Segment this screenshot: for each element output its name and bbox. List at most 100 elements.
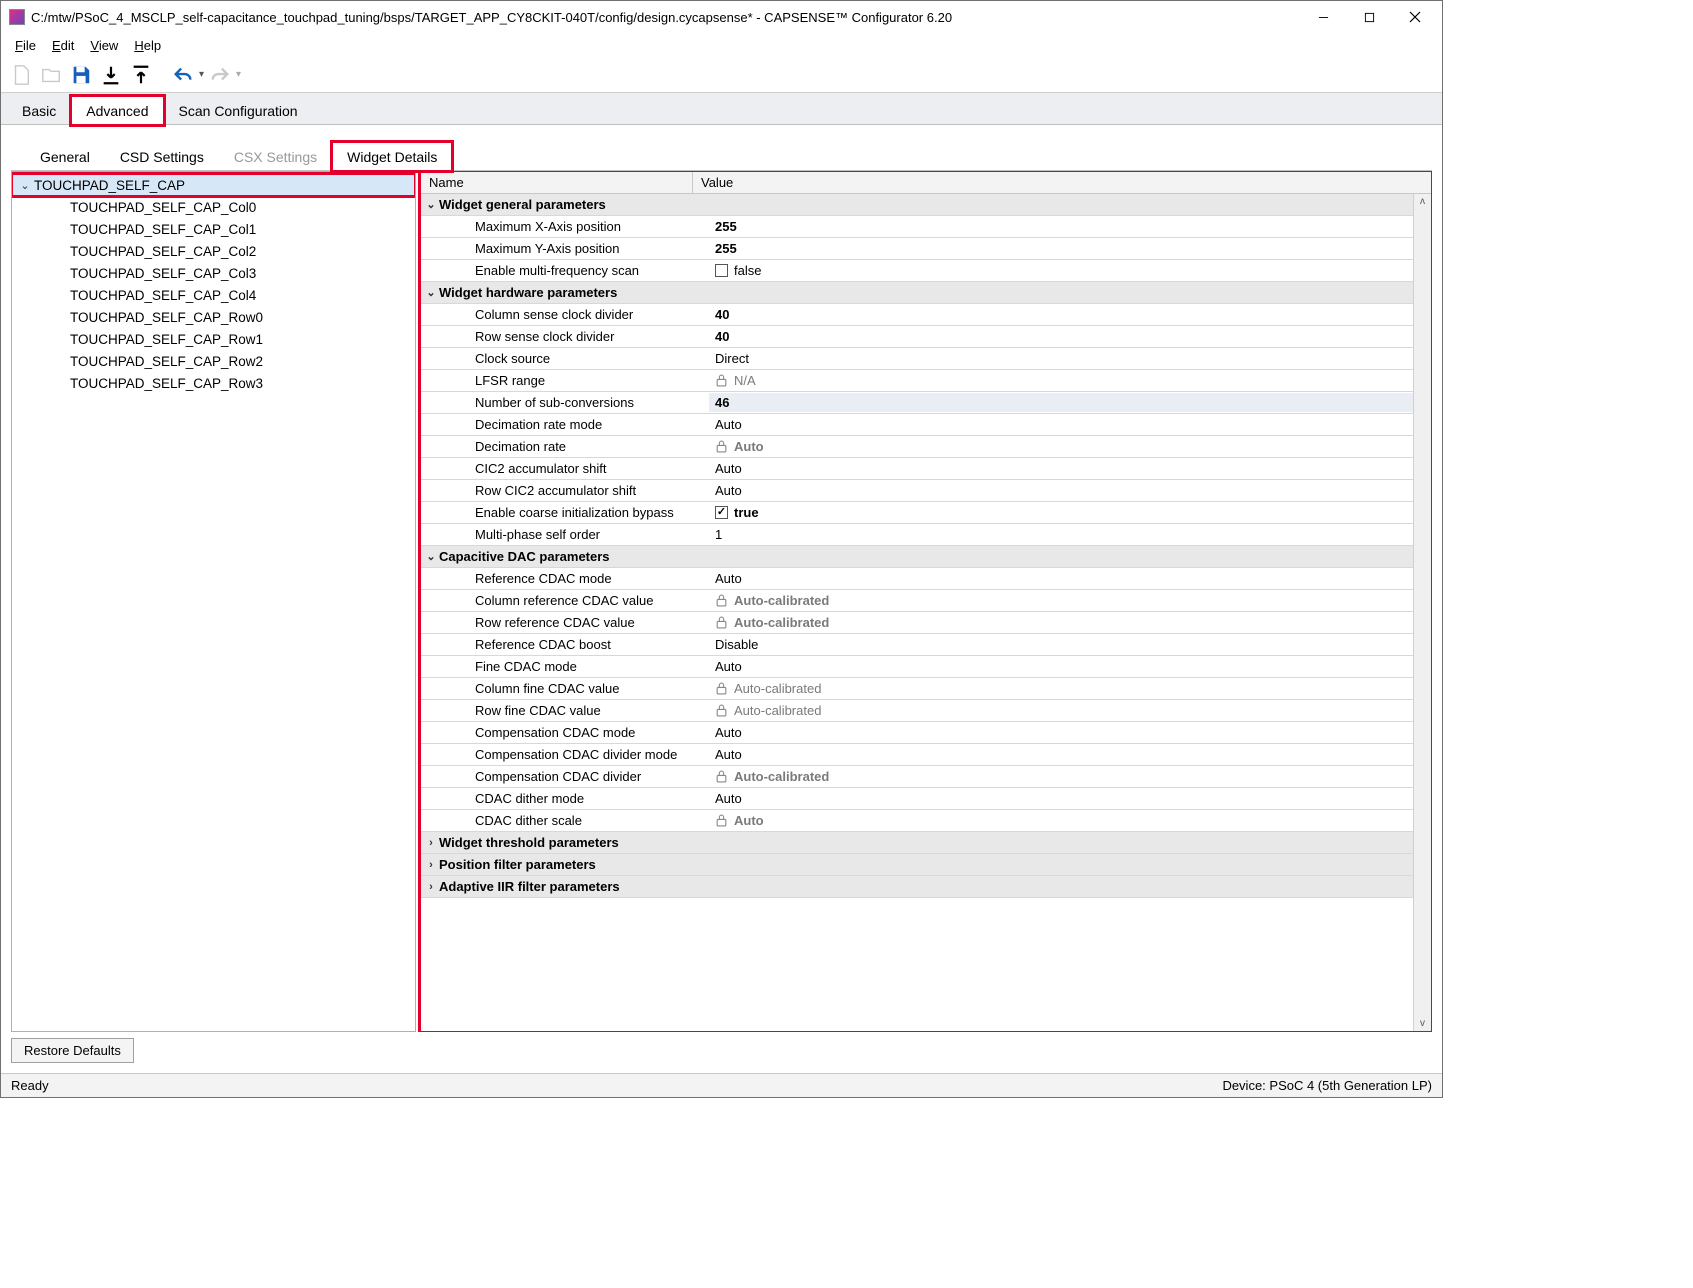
lock-icon (715, 594, 728, 607)
lock-icon (715, 374, 728, 387)
minimize-button[interactable] (1300, 2, 1346, 32)
prop-coarse-init[interactable]: Enable coarse initialization bypasstrue (421, 502, 1413, 524)
main-tabs: Basic Advanced Scan Configuration (1, 93, 1442, 125)
tree-item[interactable]: TOUCHPAD_SELF_CAP_Col2 (12, 240, 415, 262)
checkbox-icon[interactable] (715, 506, 728, 519)
prop-row-clk[interactable]: Row sense clock divider40 (421, 326, 1413, 348)
restore-defaults-button[interactable]: Restore Defaults (11, 1038, 134, 1063)
section-iir[interactable]: ›Adaptive IIR filter parameters (421, 876, 1413, 898)
prop-ref-boost[interactable]: Reference CDAC boostDisable (421, 634, 1413, 656)
status-device: Device: PSoC 4 (5th Generation LP) (1222, 1078, 1432, 1093)
lock-icon (715, 682, 728, 695)
prop-fine-mode[interactable]: Fine CDAC modeAuto (421, 656, 1413, 678)
maximize-button[interactable] (1346, 2, 1392, 32)
undo-icon[interactable] (169, 61, 197, 89)
redo-icon[interactable] (206, 61, 234, 89)
tree-item[interactable]: TOUCHPAD_SELF_CAP_Col4 (12, 284, 415, 306)
section-threshold[interactable]: ›Widget threshold parameters (421, 832, 1413, 854)
app-icon (9, 9, 25, 25)
grid-body[interactable]: ⌄Widget general parameters Maximum X-Axi… (421, 194, 1413, 1031)
prop-dither-scale[interactable]: CDAC dither scaleAuto (421, 810, 1413, 832)
prop-col-clk[interactable]: Column sense clock divider40 (421, 304, 1413, 326)
prop-row-ref[interactable]: Row reference CDAC valueAuto-calibrated (421, 612, 1413, 634)
prop-mpso[interactable]: Multi-phase self order1 (421, 524, 1413, 546)
prop-col-fine[interactable]: Column fine CDAC valueAuto-calibrated (421, 678, 1413, 700)
tab-scan-configuration[interactable]: Scan Configuration (164, 96, 313, 125)
tree-item[interactable]: TOUCHPAD_SELF_CAP_Col0 (12, 196, 415, 218)
subtab-widget-details[interactable]: Widget Details (332, 142, 452, 171)
scroll-up-icon[interactable]: ʌ (1420, 196, 1425, 207)
tree-item[interactable]: TOUCHPAD_SELF_CAP_Row3 (12, 372, 415, 394)
tree-item[interactable]: TOUCHPAD_SELF_CAP_Row1 (12, 328, 415, 350)
tree-item[interactable]: TOUCHPAD_SELF_CAP_Row0 (12, 306, 415, 328)
prop-lfsr[interactable]: LFSR rangeN/A (421, 370, 1413, 392)
chevron-down-icon[interactable]: ⌄ (18, 179, 32, 192)
menubar: File Edit View Help (1, 33, 1442, 57)
property-grid: Name Value ⌄Widget general parameters Ma… (420, 171, 1432, 1032)
chevron-down-icon[interactable]: ⌄ (421, 550, 437, 563)
tab-basic[interactable]: Basic (7, 96, 71, 125)
subtab-general[interactable]: General (25, 142, 105, 171)
subtab-csd-settings[interactable]: CSD Settings (105, 142, 219, 171)
tree-item[interactable]: TOUCHPAD_SELF_CAP_Col1 (12, 218, 415, 240)
prop-row-cic2[interactable]: Row CIC2 accumulator shiftAuto (421, 480, 1413, 502)
tree-root-item[interactable]: ⌄ TOUCHPAD_SELF_CAP (12, 174, 415, 196)
menu-edit[interactable]: Edit (44, 36, 82, 55)
scroll-down-icon[interactable]: v (1420, 1018, 1425, 1029)
section-cdac[interactable]: ⌄Capacitive DAC parameters (421, 546, 1413, 568)
open-file-icon[interactable] (37, 61, 65, 89)
lock-icon (715, 704, 728, 717)
prop-clk-src[interactable]: Clock sourceDirect (421, 348, 1413, 370)
body-area: General CSD Settings CSX Settings Widget… (1, 125, 1442, 1073)
widget-tree[interactable]: ⌄ TOUCHPAD_SELF_CAP TOUCHPAD_SELF_CAP_Co… (11, 171, 416, 1032)
prop-cic2[interactable]: CIC2 accumulator shiftAuto (421, 458, 1413, 480)
tab-advanced[interactable]: Advanced (71, 96, 163, 125)
prop-col-ref[interactable]: Column reference CDAC valueAuto-calibrat… (421, 590, 1413, 612)
section-posfilter[interactable]: ›Position filter parameters (421, 854, 1413, 876)
sub-tabs: General CSD Settings CSX Settings Widget… (11, 137, 1432, 171)
window-title: C:/mtw/PSoC_4_MSCLP_self-capacitance_tou… (31, 10, 1300, 25)
prop-max-y[interactable]: Maximum Y-Axis position255 (421, 238, 1413, 260)
tree-item[interactable]: TOUCHPAD_SELF_CAP_Row2 (12, 350, 415, 372)
col-name[interactable]: Name (421, 172, 693, 193)
close-button[interactable] (1392, 2, 1438, 32)
toolbar: ▾ ▾ (1, 57, 1442, 93)
prop-max-x[interactable]: Maximum X-Axis position255 (421, 216, 1413, 238)
chevron-right-icon[interactable]: › (421, 859, 437, 871)
statusbar: Ready Device: PSoC 4 (5th Generation LP) (1, 1073, 1442, 1097)
app-window: C:/mtw/PSoC_4_MSCLP_self-capacitance_tou… (0, 0, 1443, 1098)
prop-comp-div[interactable]: Compensation CDAC dividerAuto-calibrated (421, 766, 1413, 788)
lock-icon (715, 814, 728, 827)
scrollbar[interactable]: ʌ v (1413, 194, 1431, 1031)
import-icon[interactable] (97, 61, 125, 89)
chevron-down-icon[interactable]: ⌄ (421, 198, 437, 211)
save-icon[interactable] (67, 61, 95, 89)
lock-icon (715, 616, 728, 629)
section-general[interactable]: ⌄Widget general parameters (421, 194, 1413, 216)
prop-ref-mode[interactable]: Reference CDAC modeAuto (421, 568, 1413, 590)
checkbox-icon[interactable] (715, 264, 728, 277)
new-file-icon[interactable] (7, 61, 35, 89)
menu-view[interactable]: View (82, 36, 126, 55)
prop-dec-rate[interactable]: Decimation rateAuto (421, 436, 1413, 458)
prop-nsub[interactable]: Number of sub-conversions46 (421, 392, 1413, 414)
titlebar: C:/mtw/PSoC_4_MSCLP_self-capacitance_tou… (1, 1, 1442, 33)
chevron-down-icon[interactable]: ⌄ (421, 286, 437, 299)
subtab-csx-settings[interactable]: CSX Settings (219, 142, 332, 171)
col-value[interactable]: Value (693, 172, 1431, 193)
menu-file[interactable]: File (7, 36, 44, 55)
menu-help[interactable]: Help (126, 36, 169, 55)
prop-comp-mode[interactable]: Compensation CDAC modeAuto (421, 722, 1413, 744)
prop-dither-mode[interactable]: CDAC dither modeAuto (421, 788, 1413, 810)
section-hardware[interactable]: ⌄Widget hardware parameters (421, 282, 1413, 304)
chevron-right-icon[interactable]: › (421, 837, 437, 849)
status-ready: Ready (11, 1078, 49, 1093)
prop-dec-mode[interactable]: Decimation rate modeAuto (421, 414, 1413, 436)
prop-comp-div-mode[interactable]: Compensation CDAC divider modeAuto (421, 744, 1413, 766)
tree-item[interactable]: TOUCHPAD_SELF_CAP_Col3 (12, 262, 415, 284)
chevron-right-icon[interactable]: › (421, 881, 437, 893)
prop-row-fine[interactable]: Row fine CDAC valueAuto-calibrated (421, 700, 1413, 722)
lock-icon (715, 440, 728, 453)
prop-enable-mfs[interactable]: Enable multi-frequency scanfalse (421, 260, 1413, 282)
export-icon[interactable] (127, 61, 155, 89)
